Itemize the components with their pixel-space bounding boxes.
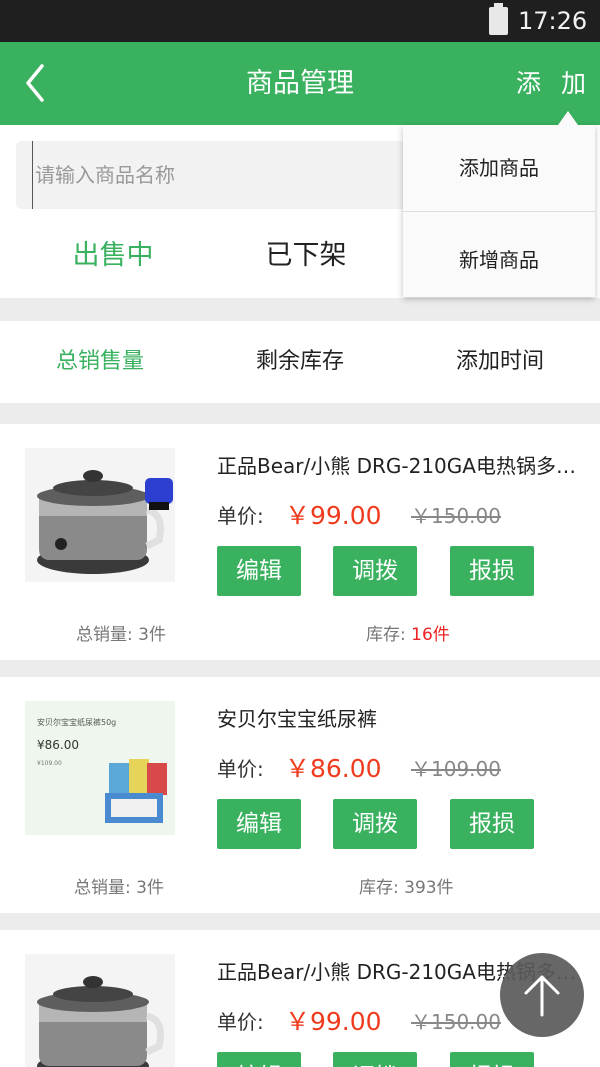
stock-value: 393件 xyxy=(404,878,454,898)
menu-item-new-product[interactable]: 新增商品 xyxy=(403,217,595,303)
menu-item-add-product[interactable]: 添加商品 xyxy=(403,125,595,211)
stock-label: 库存: xyxy=(366,625,412,645)
clock: 17:26 xyxy=(518,7,588,35)
price-label: 单价: xyxy=(217,1010,264,1034)
original-price: ￥150.00 xyxy=(411,1010,501,1034)
title-bar: 商品管理 添 加 xyxy=(0,42,600,125)
price-label: 单价: xyxy=(217,757,264,781)
edit-button[interactable]: 编辑 xyxy=(217,799,301,849)
product-name: 安贝尔宝宝纸尿裤 xyxy=(217,707,377,731)
page-title: 商品管理 xyxy=(246,68,354,99)
product-card[interactable]: 安贝尔宝宝纸尿裤50g ¥86.00 ¥109.00 安贝尔宝宝纸尿裤 单价: … xyxy=(0,677,600,913)
price-label: 单价: xyxy=(217,504,264,528)
edit-button[interactable]: 编辑 xyxy=(217,1052,301,1067)
product-image: 安贝尔宝宝纸尿裤50g ¥86.00 ¥109.00 xyxy=(25,701,175,835)
tab-off-shelf[interactable]: 已下架 xyxy=(206,221,406,291)
add-button[interactable]: 添 加 xyxy=(516,42,592,125)
price-value: ￥99.00 xyxy=(285,1007,382,1036)
transfer-button[interactable]: 调拨 xyxy=(333,1052,417,1067)
stock-info: 库存: 393件 xyxy=(359,873,454,898)
product-card[interactable]: 正品Bear/小熊 DRG-210GA电热锅多功能迷你电火锅 单价: ￥99.0… xyxy=(0,424,600,660)
transfer-button[interactable]: 调拨 xyxy=(333,799,417,849)
stock-label: 库存: xyxy=(359,878,405,898)
status-bar: 17:26 xyxy=(0,0,600,42)
arrow-up-icon xyxy=(524,975,560,1017)
scroll-top-button[interactable] xyxy=(500,953,584,1037)
total-sales: 总销量: 3件 xyxy=(76,625,166,645)
original-price: ￥150.00 xyxy=(411,504,501,528)
image-price: ¥86.00 xyxy=(37,738,79,752)
original-price: ￥109.00 xyxy=(411,757,501,781)
tab-on-sale[interactable]: 出售中 xyxy=(13,221,213,291)
image-orig-price: ¥109.00 xyxy=(37,760,62,767)
stock-info: 库存: 16件 xyxy=(366,620,450,645)
edit-button[interactable]: 编辑 xyxy=(217,546,301,596)
product-name: 正品Bear/小熊 DRG-210GA电热锅多功能迷你电火锅 xyxy=(217,454,587,478)
sort-added-time[interactable]: 添加时间 xyxy=(400,321,600,403)
total-sales: 总销量: 3件 xyxy=(74,878,164,898)
sort-total-sales[interactable]: 总销售量 xyxy=(0,321,200,403)
back-button[interactable] xyxy=(18,60,58,106)
damage-report-button[interactable]: 报损 xyxy=(450,1052,534,1067)
price-value: ￥99.00 xyxy=(285,501,382,530)
add-dropdown-menu: 添加商品 新增商品 xyxy=(403,111,595,297)
transfer-button[interactable]: 调拨 xyxy=(333,546,417,596)
battery-icon xyxy=(489,3,508,35)
sort-tabs: 总销售量 剩余库存 添加时间 xyxy=(0,321,600,403)
product-image xyxy=(25,954,175,1067)
product-image xyxy=(25,448,175,582)
damage-report-button[interactable]: 报损 xyxy=(450,799,534,849)
damage-report-button[interactable]: 报损 xyxy=(450,546,534,596)
divider xyxy=(403,211,595,212)
sort-remaining-stock[interactable]: 剩余库存 xyxy=(200,321,400,403)
image-title: 安贝尔宝宝纸尿裤50g xyxy=(37,717,116,727)
stock-value: 16件 xyxy=(411,625,450,645)
price-value: ￥86.00 xyxy=(285,754,382,783)
back-chevron-icon xyxy=(26,64,44,102)
